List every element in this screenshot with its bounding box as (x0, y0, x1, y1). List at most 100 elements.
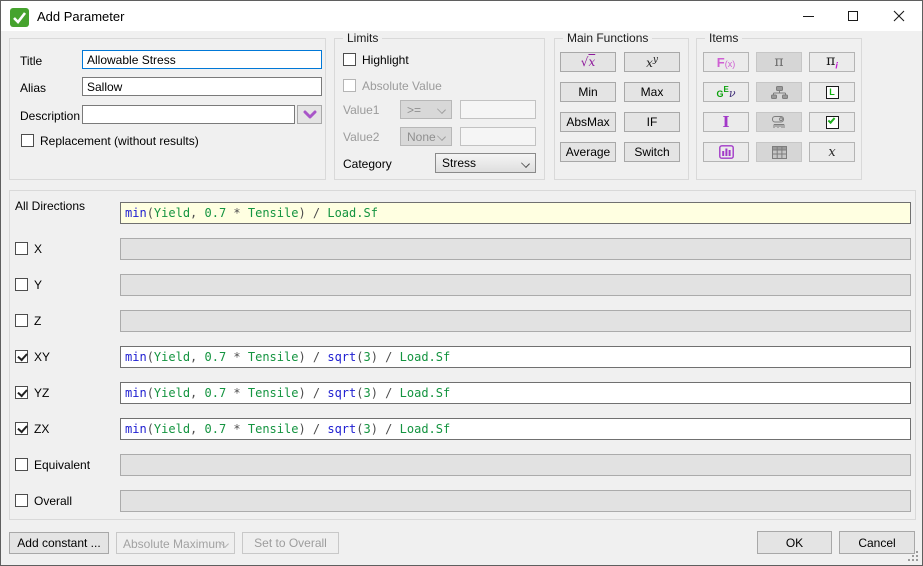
item-pi-constant-button: π (756, 52, 802, 72)
pi-local-icon: πi (826, 53, 838, 70)
checkbox-check-icon (826, 116, 839, 129)
value2-input (460, 127, 536, 146)
alias-input[interactable] (82, 77, 322, 96)
direction-y-formula-field (120, 274, 911, 296)
direction-equivalent-checkbox[interactable] (15, 458, 28, 471)
if-function-button[interactable]: IF (624, 112, 680, 132)
item-table-grid-button (756, 142, 802, 162)
highlight-checkbox[interactable] (343, 53, 356, 66)
direction-y-label: Y (34, 278, 42, 292)
direction-overall-label: Overall (34, 494, 72, 508)
minimize-icon (803, 16, 814, 17)
cancel-button[interactable]: Cancel (839, 531, 915, 554)
add-parameter-dialog: Add Parameter Title Alias Description Re… (0, 0, 923, 566)
description-expand-button[interactable] (297, 105, 322, 124)
direction-yz-checkbox[interactable] (15, 386, 28, 399)
value1-operator-dropdown: >= (400, 100, 452, 119)
close-button[interactable] (881, 1, 917, 31)
ok-button[interactable]: OK (757, 531, 832, 554)
chevron-down-icon (303, 110, 317, 120)
item-hierarchy-button (756, 82, 802, 102)
direction-z-checkbox[interactable] (15, 314, 28, 327)
alias-label: Alias (20, 81, 46, 95)
limits-group-label: Limits (343, 31, 382, 45)
directions-group: All Directions min(Yield, 0.7 * Tensile)… (9, 190, 916, 520)
title-input[interactable] (82, 50, 322, 69)
sqrt-icon: √x (581, 55, 595, 69)
sqrt-function-button[interactable]: √x (560, 52, 616, 72)
item-material-properties-button[interactable]: GEν (703, 82, 749, 102)
max-function-button[interactable]: Max (624, 82, 680, 102)
direction-zx-checkbox[interactable] (15, 422, 28, 435)
app-check-icon (10, 8, 29, 27)
item-pi-local-button[interactable]: πi (809, 52, 855, 72)
item-length-unit-button[interactable]: L (809, 82, 855, 102)
direction-x-formula-field (120, 238, 911, 260)
item-selection-check-button[interactable] (809, 112, 855, 132)
replacement-checkbox[interactable] (21, 134, 34, 147)
direction-xy-checkbox[interactable] (15, 350, 28, 363)
absmax-function-button[interactable]: AbsMax (560, 112, 616, 132)
switch-function-button[interactable]: Switch (624, 142, 680, 162)
direction-y-checkbox[interactable] (15, 278, 28, 291)
direction-xy-formula-field[interactable]: min(Yield, 0.7 * Tensile) / sqrt(3) / Lo… (120, 346, 911, 368)
value1-label: Value1 (343, 103, 379, 117)
replacement-label: Replacement (without results) (40, 134, 199, 148)
direction-z-formula-field (120, 310, 911, 332)
items-group: Items F(x) π πi GEν L I (696, 38, 862, 180)
maximize-button[interactable] (835, 1, 871, 31)
pi-icon: π (774, 54, 783, 70)
item-beam-section-button[interactable]: I (703, 112, 749, 132)
title-label: Title (20, 54, 42, 68)
limits-group: Limits Highlight Absolute Value Value1 >… (334, 38, 545, 180)
direction-x-checkbox[interactable] (15, 242, 28, 255)
item-bar-chart-button[interactable] (703, 142, 749, 162)
maximize-icon (848, 11, 858, 21)
direction-zx-label: ZX (34, 422, 49, 436)
main-functions-group-label: Main Functions (563, 31, 652, 45)
window-title: Add Parameter (37, 9, 124, 24)
item-function-fx-button[interactable]: F(x) (703, 52, 749, 72)
table-grid-icon (772, 146, 787, 159)
direction-xy-label: XY (34, 350, 50, 364)
description-input[interactable] (82, 105, 295, 124)
absolute-value-label: Absolute Value (362, 79, 442, 93)
chevron-down-icon (437, 132, 446, 141)
value1-input (460, 100, 536, 119)
direction-z-label: Z (34, 314, 41, 328)
length-unit-icon: L (826, 86, 839, 99)
category-dropdown[interactable]: Stress (435, 153, 536, 173)
direction-yz-formula-field[interactable]: min(Yield, 0.7 * Tensile) / sqrt(3) / Lo… (120, 382, 911, 404)
title-bar: Add Parameter (1, 1, 922, 31)
direction-x-label: X (34, 242, 42, 256)
add-constant-button[interactable]: Add constant ... (9, 532, 109, 554)
items-group-label: Items (705, 31, 742, 45)
direction-equivalent-formula-field (120, 454, 911, 476)
absolute-value-checkbox (343, 79, 356, 92)
item-tape-measure-button (756, 112, 802, 132)
set-to-overall-button: Set to Overall (242, 532, 339, 554)
power-function-button[interactable]: xy (624, 52, 680, 72)
item-variable-x-button[interactable]: x (809, 142, 855, 162)
bar-chart-icon (719, 145, 734, 159)
highlight-label: Highlight (362, 53, 409, 67)
main-functions-group: Main Functions √x xy Min Max AbsMax IF A… (554, 38, 689, 180)
close-icon (893, 10, 905, 22)
direction-all-formula-field[interactable]: min(Yield, 0.7 * Tensile) / Load.Sf (120, 202, 911, 224)
direction-zx-formula-field[interactable]: min(Yield, 0.7 * Tensile) / sqrt(3) / Lo… (120, 418, 911, 440)
variable-x-icon: x (828, 145, 835, 160)
value2-operator-dropdown: None (400, 127, 452, 146)
direction-overall-checkbox[interactable] (15, 494, 28, 507)
power-icon: xy (646, 55, 658, 70)
mode-dropdown: Absolute Maximum (116, 532, 235, 554)
material-properties-icon: GEν (716, 86, 735, 99)
chevron-down-icon (437, 105, 446, 114)
minimize-button[interactable] (790, 1, 826, 31)
min-function-button[interactable]: Min (560, 82, 616, 102)
value2-label: Value2 (343, 130, 379, 144)
direction-yz-label: YZ (34, 386, 49, 400)
average-function-button[interactable]: Average (560, 142, 616, 162)
direction-overall-formula-field (120, 490, 911, 512)
resize-grip[interactable] (908, 551, 919, 562)
tape-measure-icon (771, 115, 787, 129)
